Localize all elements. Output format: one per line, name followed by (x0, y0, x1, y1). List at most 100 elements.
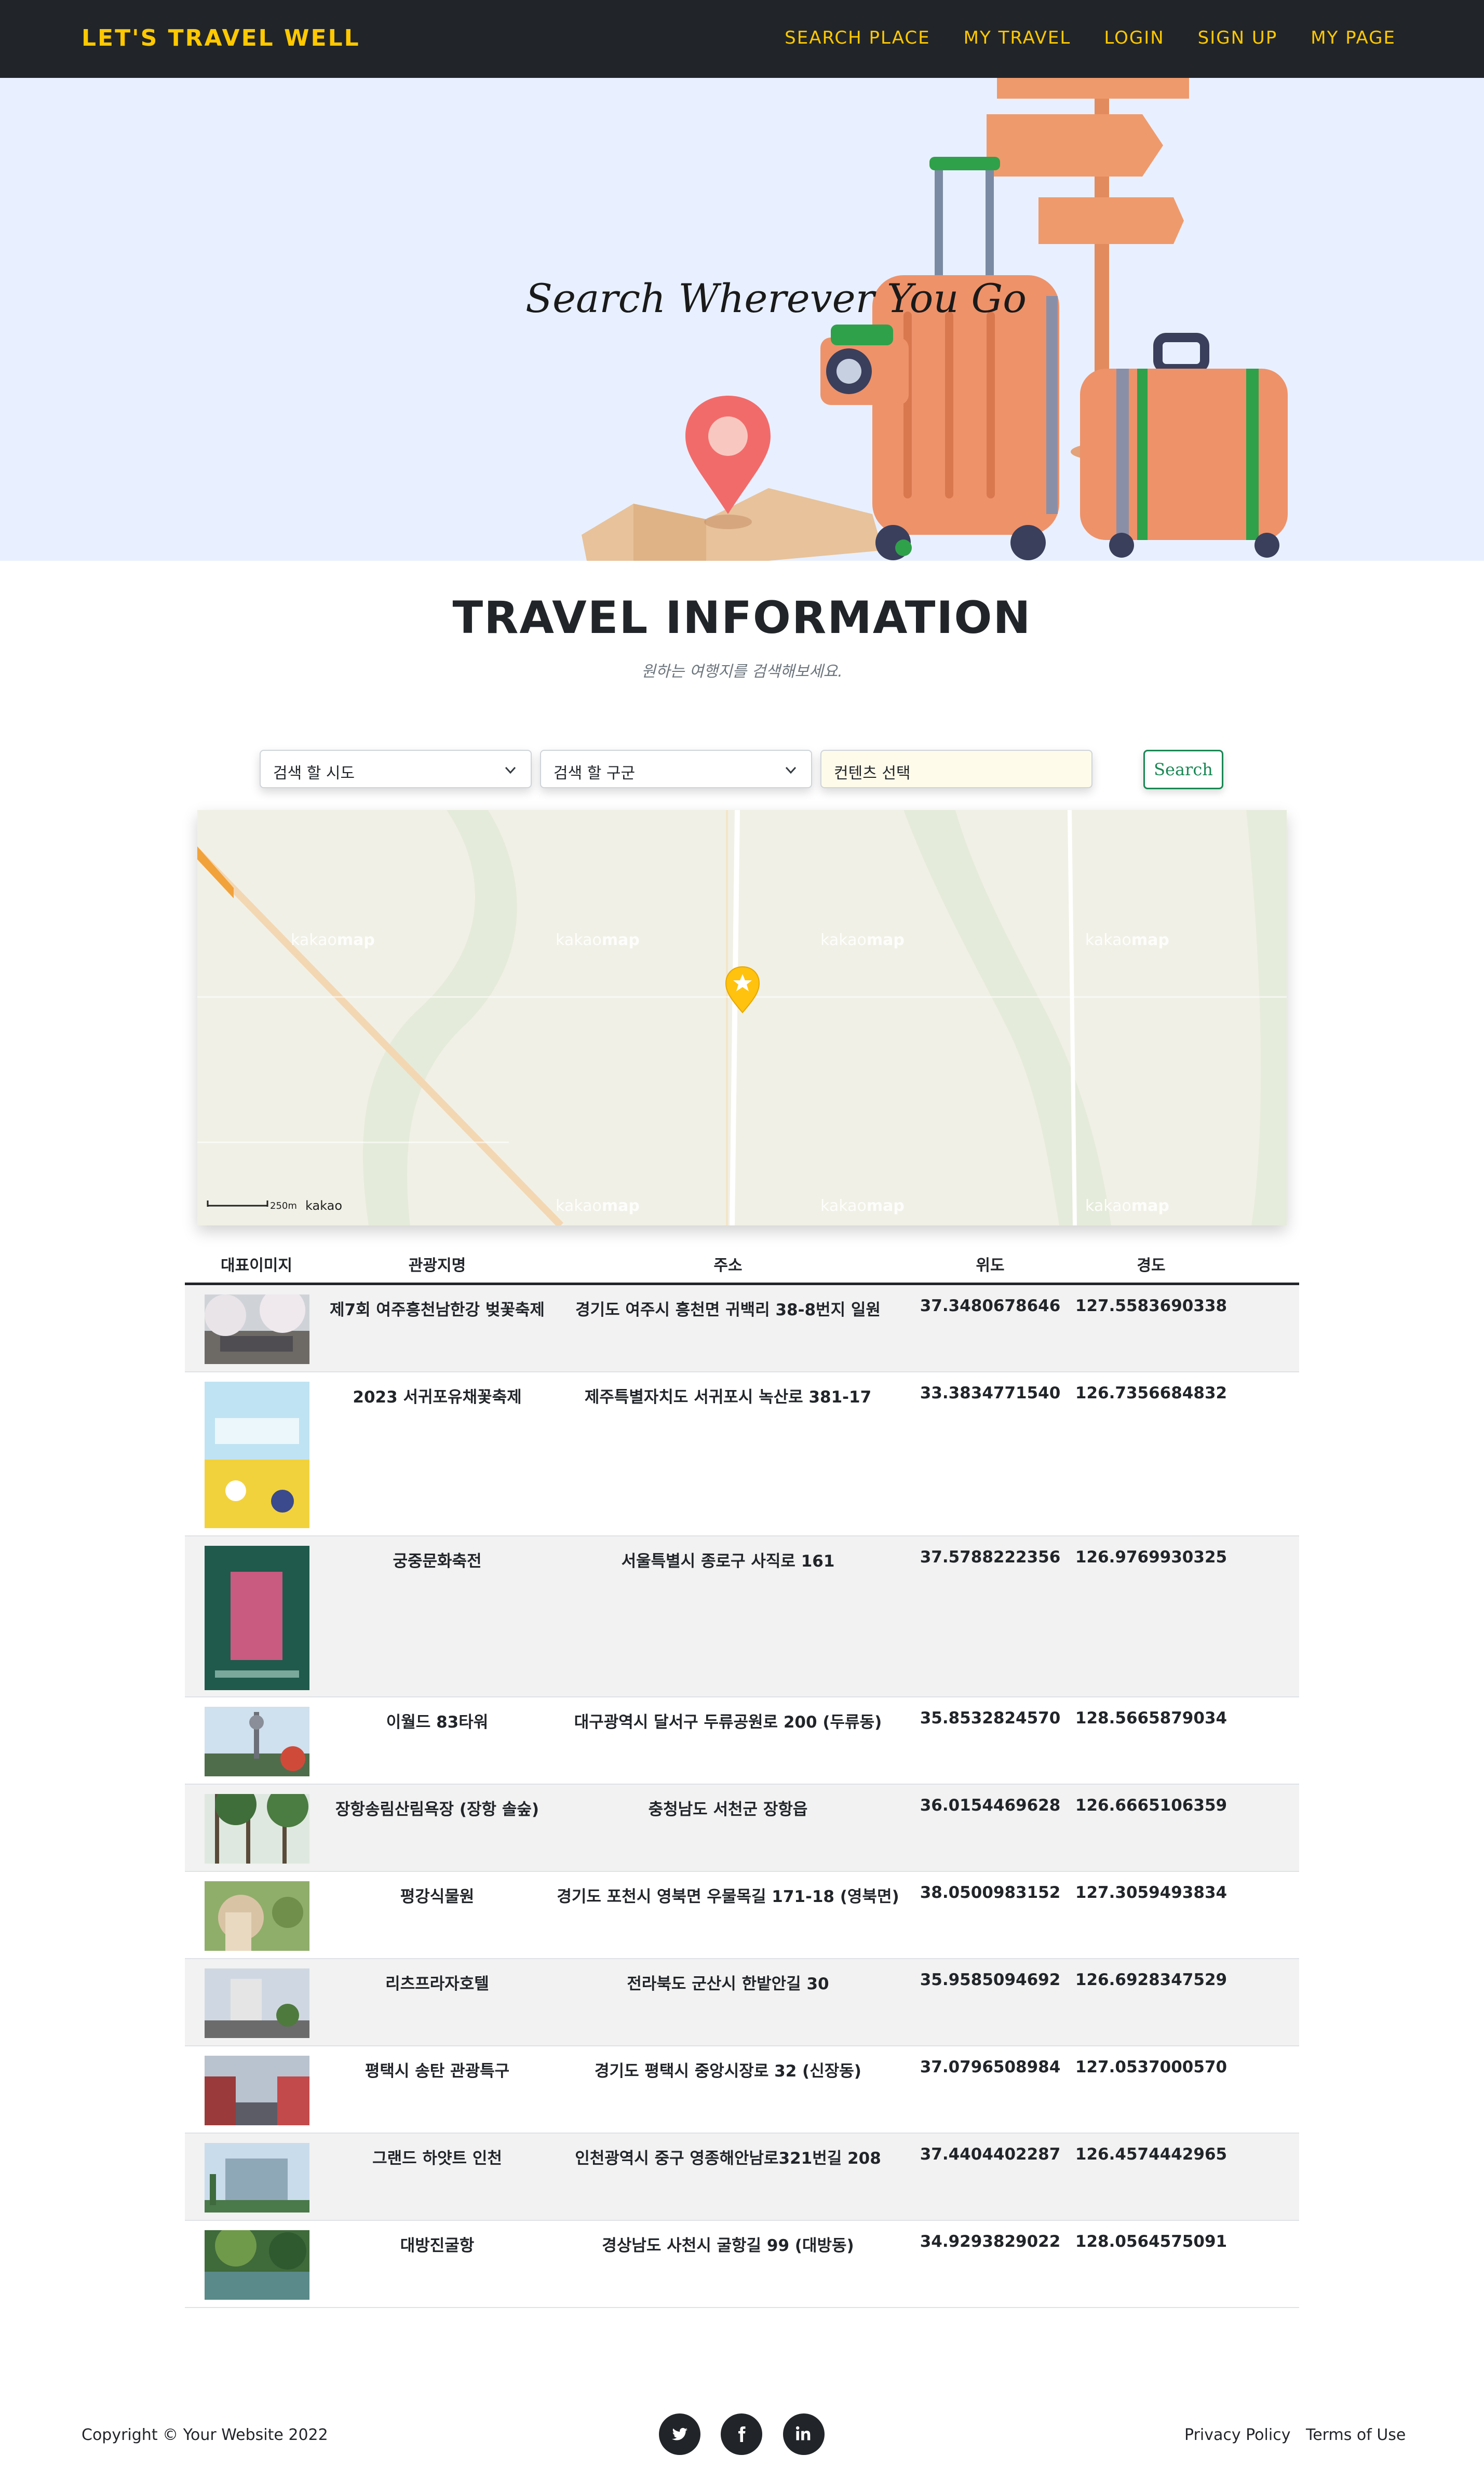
row-lat: 35.9585094692 (920, 1971, 1061, 1989)
svg-text:kakaomap: kakaomap (820, 1197, 905, 1215)
table-row[interactable]: 궁중문화축전 서울특별시 종로구 사직로 161 37.5788222356 1… (185, 1536, 1299, 1697)
th-lat: 위도 (976, 1257, 1005, 1275)
row-address: 경기도 평택시 중앙시장로 32 (신장동) (595, 2062, 861, 2081)
chevron-down-icon (505, 766, 516, 774)
privacy-policy-link[interactable]: Privacy Policy (1184, 2426, 1290, 2444)
nav-login[interactable]: LOGIN (1104, 28, 1164, 48)
th-name: 관광지명 (408, 1257, 466, 1275)
row-lng: 126.6928347529 (1075, 1971, 1227, 1989)
row-lng: 127.3059493834 (1075, 1883, 1227, 1902)
table-row[interactable]: 평강식물원 경기도 포천시 영북면 우물목길 171-18 (영북면) 38.0… (185, 1872, 1299, 1959)
row-lng: 126.4574442965 (1075, 2145, 1227, 2164)
nav-sign-up[interactable]: SIGN UP (1198, 28, 1278, 48)
nav-search-place[interactable]: SEARCH PLACE (785, 28, 930, 48)
row-name: 대방진굴항 (400, 2236, 475, 2255)
gugun-select[interactable]: 검색 할 구군 (540, 750, 812, 788)
brand-logo[interactable]: LET'S TRAVEL WELL (82, 25, 360, 51)
table-row[interactable]: 이월드 83타워 대구광역시 달서구 두류공원로 200 (두류동) 35.85… (185, 1697, 1299, 1785)
hero-banner: Search Wherever You Go (0, 78, 1484, 561)
svg-text:kakaomap: kakaomap (1085, 931, 1169, 949)
content-type-value: 컨텐츠 선택 (834, 764, 911, 783)
row-lng: 126.9769930325 (1075, 1548, 1227, 1567)
table-row[interactable]: 리츠프라자호텔 전라북도 군산시 한밭안길 30 35.9585094692 1… (185, 1959, 1299, 2046)
row-address: 충청남도 서천군 장항읍 (648, 1800, 808, 1819)
svg-text:kakaomap: kakaomap (556, 1197, 640, 1215)
row-thumbnail (205, 1794, 309, 1864)
table-row[interactable]: 그랜드 하얏트 인천 인천광역시 중구 영종해안남로321번길 208 37.4… (185, 2134, 1299, 2221)
row-address: 전라북도 군산시 한밭안길 30 (627, 1975, 829, 1993)
row-name: 이월드 83타워 (386, 1713, 489, 1732)
facebook-link[interactable] (721, 2413, 762, 2455)
table-row[interactable]: 대방진굴항 경상남도 사천시 굴항길 99 (대방동) 34.929382902… (185, 2221, 1299, 2308)
row-thumbnail (205, 1968, 309, 2038)
row-thumbnail (205, 1294, 309, 1364)
svg-text:kakaomap: kakaomap (291, 931, 375, 949)
row-address: 대구광역시 달서구 두류공원로 200 (두류동) (574, 1713, 882, 1732)
nav-links: SEARCH PLACE MY TRAVEL LOGIN SIGN UP MY … (785, 28, 1396, 48)
row-thumbnail (205, 2230, 309, 2300)
map-brand: kakao (305, 1198, 343, 1213)
content-type-select[interactable]: 컨텐츠 선택 (820, 750, 1092, 788)
svg-text:kakaomap: kakaomap (556, 931, 640, 949)
table-row[interactable]: 제7회 여주흥천남한강 벚꽃축제 경기도 여주시 흥천면 귀백리 38-8번지 … (185, 1285, 1299, 1372)
nav-my-page[interactable]: MY PAGE (1311, 28, 1396, 48)
table-row[interactable]: 평택시 송탄 관광특구 경기도 평택시 중앙시장로 32 (신장동) 37.07… (185, 2046, 1299, 2134)
search-button[interactable]: Search (1143, 750, 1223, 789)
sido-select-value: 검색 할 시도 (273, 764, 355, 783)
row-lat: 36.0154469628 (920, 1796, 1061, 1815)
row-thumbnail (205, 1707, 309, 1776)
th-image: 대표이미지 (221, 1257, 292, 1275)
row-lng: 128.5665879034 (1075, 1709, 1227, 1728)
th-address: 주소 (713, 1257, 743, 1275)
table-header: 대표이미지 관광지명 주소 위도 경도 (185, 1241, 1299, 1285)
row-lng: 127.0537000570 (1075, 2058, 1227, 2076)
row-lat: 34.9293829022 (920, 2232, 1061, 2251)
th-lng: 경도 (1137, 1257, 1166, 1275)
row-address: 인천광역시 중구 영종해안남로321번길 208 (575, 2149, 881, 2168)
row-name: 궁중문화축전 (393, 1552, 482, 1571)
row-thumbnail (205, 1546, 309, 1690)
row-lat: 37.4404402287 (920, 2145, 1061, 2164)
row-lat: 38.0500983152 (920, 1883, 1061, 1902)
row-name: 평강식물원 (400, 1887, 475, 1906)
svg-text:kakaomap: kakaomap (820, 931, 905, 949)
row-thumbnail (205, 1881, 309, 1951)
map-scale-label: 250m (270, 1200, 297, 1211)
svg-text:kakaomap: kakaomap (1085, 1197, 1169, 1215)
row-lng: 126.7356684832 (1075, 1384, 1227, 1402)
sido-select[interactable]: 검색 할 시도 (260, 750, 532, 788)
row-name: 그랜드 하얏트 인천 (372, 2149, 502, 2168)
chevron-down-icon (785, 766, 797, 774)
row-thumbnail (205, 1382, 309, 1528)
copyright-text: Copyright © Your Website 2022 (82, 2426, 328, 2444)
row-name: 장항송림산림욕장 (장항 솔숲) (335, 1800, 539, 1819)
kakao-map[interactable]: kakaomap kakaomap kakaomap kakaomap kaka… (197, 810, 1287, 1225)
row-address: 경기도 여주시 흥천면 귀백리 38-8번지 일원 (575, 1301, 881, 1319)
row-thumbnail (205, 2143, 309, 2213)
map-canvas: kakaomap kakaomap kakaomap kakaomap kaka… (197, 810, 1287, 1225)
hero-title: Search Wherever You Go (525, 275, 1027, 321)
row-address: 서울특별시 종로구 사직로 161 (621, 1552, 835, 1571)
row-thumbnail (205, 2056, 309, 2125)
twitter-link[interactable] (659, 2413, 700, 2455)
row-name: 2023 서귀포유채꽃축제 (353, 1388, 522, 1407)
row-lat: 33.3834771540 (920, 1384, 1061, 1402)
section-title: TRAVEL INFORMATION (452, 592, 1032, 644)
row-address: 경기도 포천시 영북면 우물목길 171-18 (영북면) (557, 1887, 899, 1906)
table-row[interactable]: 장항송림산림욕장 (장항 솔숲) 충청남도 서천군 장항읍 36.0154469… (185, 1785, 1299, 1872)
linkedin-link[interactable] (783, 2413, 825, 2455)
twitter-icon (672, 2427, 687, 2440)
row-name: 리츠프라자호텔 (385, 1975, 489, 1993)
row-lat: 37.3480678646 (920, 1297, 1061, 1315)
row-address: 제주특별자치도 서귀포시 녹산로 381-17 (584, 1388, 872, 1407)
row-lng: 126.6665106359 (1075, 1796, 1227, 1815)
facebook-icon (738, 2426, 746, 2442)
terms-of-use-link[interactable]: Terms of Use (1306, 2426, 1406, 2444)
table-row[interactable]: 2023 서귀포유채꽃축제 제주특별자치도 서귀포시 녹산로 381-17 33… (185, 1372, 1299, 1536)
navbar: LET'S TRAVEL WELL SEARCH PLACE MY TRAVEL… (0, 0, 1484, 78)
nav-my-travel[interactable]: MY TRAVEL (964, 28, 1071, 48)
travel-table: 대표이미지 관광지명 주소 위도 경도 제7회 여주흥천남한강 벚꽃축제 경기도… (185, 1241, 1299, 2308)
row-name: 평택시 송탄 관광특구 (365, 2062, 510, 2081)
row-lat: 37.0796508984 (920, 2058, 1061, 2076)
row-lat: 37.5788222356 (920, 1548, 1061, 1567)
